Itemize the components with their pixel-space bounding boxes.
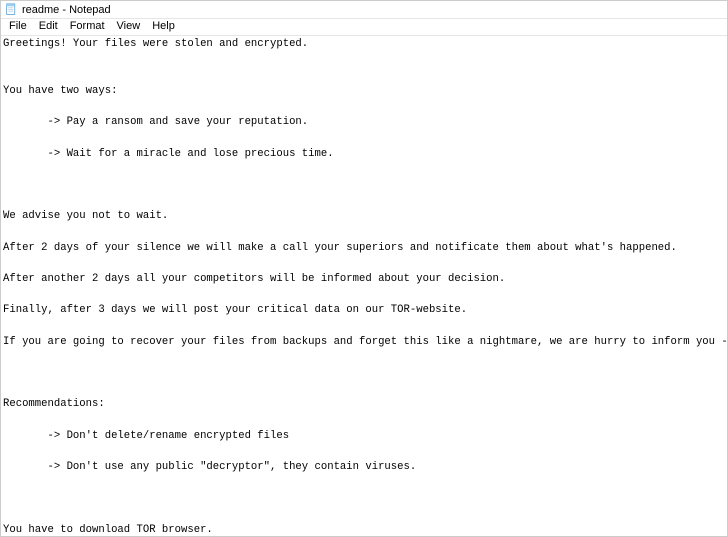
menu-bar: File Edit Format View Help	[1, 19, 727, 36]
menu-format[interactable]: Format	[64, 19, 111, 35]
menu-view[interactable]: View	[111, 19, 147, 35]
window-title: readme - Notepad	[22, 4, 111, 16]
notepad-icon	[5, 3, 18, 16]
text-area[interactable]: Greetings! Your files were stolen and en…	[1, 36, 727, 536]
title-bar: readme - Notepad	[1, 1, 727, 19]
document-text: Greetings! Your files were stolen and en…	[3, 38, 727, 536]
menu-file[interactable]: File	[3, 19, 33, 35]
menu-help[interactable]: Help	[146, 19, 181, 35]
menu-edit[interactable]: Edit	[33, 19, 64, 35]
